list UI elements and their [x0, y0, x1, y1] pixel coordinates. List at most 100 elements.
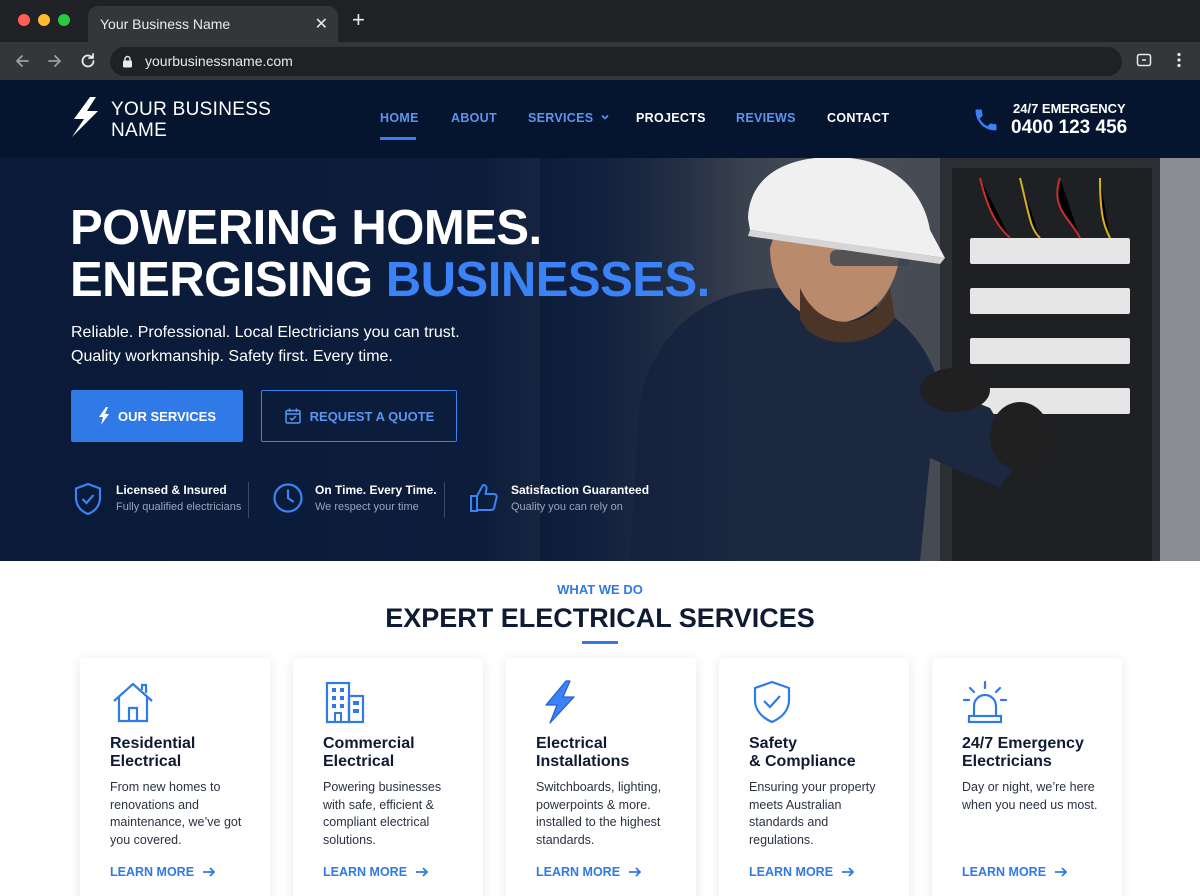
emergency-label: 24/7 EMERGENCY: [1013, 101, 1126, 116]
hero-section: POWERING HOMES. ENERGISING BUSINESSES. R…: [0, 158, 1200, 561]
house-icon: [113, 682, 153, 723]
shield-check-icon: [753, 680, 791, 724]
card-title-line1: Safety: [749, 735, 798, 752]
section-title-underline: [582, 641, 618, 644]
service-card-emergency[interactable]: 24/7 Emergency Electricians Day or night,…: [932, 658, 1122, 896]
card-title-line2: Electrical: [110, 753, 182, 770]
card-title: Commercial Electrical: [323, 735, 483, 771]
our-services-button[interactable]: OUR SERVICES: [71, 390, 243, 442]
card-title-line2: Electricians: [962, 753, 1052, 770]
service-card-commercial[interactable]: Commercial Electrical Powering businesses…: [293, 658, 483, 896]
lightning-bolt-icon: [545, 680, 575, 724]
feature-divider: [444, 482, 445, 518]
request-quote-label: REQUEST A QUOTE: [309, 408, 435, 424]
browser-toolbar: yourbusinessname.com: [0, 42, 1200, 80]
kebab-menu-icon[interactable]: [1170, 51, 1188, 69]
feature-subtitle: We respect your time: [315, 501, 419, 513]
nav-home[interactable]: HOME: [380, 111, 419, 125]
site-header: YOUR BUSINESS NAME HOME ABOUT SERVICES P…: [0, 80, 1200, 158]
hero-subtext: Reliable. Professional. Local Electricia…: [71, 321, 460, 369]
hero-subtext-line2: Quality workmanship. Safety first. Every…: [71, 348, 393, 365]
url-text: yourbusinessname.com: [145, 53, 293, 69]
maximize-window-button[interactable]: [58, 14, 70, 26]
tab-close-icon[interactable]: ✕: [315, 14, 328, 34]
service-card-safety[interactable]: Safety & Compliance Ensuring your propert…: [719, 658, 909, 896]
card-description: Switchboards, lighting, powerpoints & mo…: [536, 780, 662, 847]
calendar-check-icon: [284, 408, 301, 424]
extensions-icon[interactable]: [1135, 51, 1153, 69]
card-title-line1: 24/7 Emergency: [962, 735, 1084, 752]
minimize-window-button[interactable]: [38, 14, 50, 26]
arrow-right-icon: [842, 867, 855, 877]
hero-headline-line2: ENERGISING: [70, 253, 386, 307]
feature-subtitle: Fully qualified electricians: [116, 501, 242, 513]
section-eyebrow: WHAT WE DO: [557, 582, 643, 597]
nav-reviews[interactable]: REVIEWS: [736, 111, 796, 125]
arrow-right-icon: [416, 867, 429, 877]
learn-more-link[interactable]: LEARN MORE: [962, 865, 1068, 879]
service-card-residential[interactable]: Residential Electrical From new homes to …: [80, 658, 270, 896]
learn-more-link[interactable]: LEARN MORE: [110, 865, 216, 879]
learn-more-link[interactable]: LEARN MORE: [749, 865, 855, 879]
shield-check-icon: [74, 482, 102, 516]
close-window-button[interactable]: [18, 14, 30, 26]
arrow-right-icon: [203, 867, 216, 877]
chevron-down-icon: [601, 114, 609, 120]
nav-about[interactable]: ABOUT: [451, 111, 497, 125]
tab-title: Your Business Name: [100, 16, 231, 32]
clock-icon: [273, 483, 303, 513]
card-title-line2: Electrical: [323, 753, 395, 770]
browser-tab[interactable]: Your Business Name ✕: [88, 6, 338, 42]
arrow-right-icon: [1055, 867, 1068, 877]
learn-more-label: LEARN MORE: [110, 865, 195, 879]
building-icon: [325, 681, 365, 724]
browser-tab-strip: Your Business Name ✕ +: [0, 0, 1200, 42]
service-card-installations[interactable]: Electrical Installations Switchboards, li…: [506, 658, 696, 896]
card-title-line1: Commercial: [323, 735, 415, 752]
section-title: EXPERT ELECTRICAL SERVICES: [385, 603, 815, 633]
nav-projects[interactable]: PROJECTS: [636, 111, 706, 125]
card-title: 24/7 Emergency Electricians: [962, 735, 1122, 771]
reload-icon[interactable]: [78, 51, 98, 71]
card-description: From new homes to renovations and mainte…: [110, 780, 242, 847]
card-description: Ensuring your property meets Australian …: [749, 780, 876, 847]
card-title-line2: Installations: [536, 753, 630, 770]
card-description: Powering businesses with safe, efficient…: [323, 780, 442, 847]
learn-more-label: LEARN MORE: [536, 865, 621, 879]
phone-icon[interactable]: [972, 106, 1000, 134]
learn-more-link[interactable]: LEARN MORE: [323, 865, 429, 879]
hero-headline-accent: BUSINESSES.: [385, 253, 710, 307]
feature-title: Licensed & Insured: [116, 483, 227, 497]
arrow-right-icon: [629, 867, 642, 877]
address-bar[interactable]: yourbusinessname.com: [110, 47, 1122, 76]
emergency-phone[interactable]: 0400 123 456: [1011, 117, 1127, 139]
lightning-bolt-icon: [98, 407, 109, 425]
card-description: Day or night, we’re here when you need u…: [962, 780, 1098, 812]
our-services-label: OUR SERVICES: [117, 408, 216, 424]
feature-divider: [248, 482, 249, 518]
learn-more-label: LEARN MORE: [749, 865, 834, 879]
hero-headline-line1: POWERING HOMES.: [70, 201, 542, 255]
feature-title: On Time. Every Time.: [315, 483, 437, 497]
request-quote-button[interactable]: REQUEST A QUOTE: [261, 390, 457, 442]
nav-contact[interactable]: CONTACT: [827, 111, 889, 125]
alarm-light-icon: [962, 680, 1008, 724]
logo-text[interactable]: YOUR BUSINESS NAME: [111, 99, 291, 141]
nav-services[interactable]: SERVICES: [528, 111, 610, 125]
logo-bolt-icon[interactable]: [70, 97, 100, 137]
lock-icon: [123, 55, 132, 68]
card-title-line1: Electrical: [536, 735, 608, 752]
card-title: Safety & Compliance: [749, 735, 909, 771]
feature-subtitle: Quality you can rely on: [511, 501, 623, 513]
new-tab-button[interactable]: +: [352, 9, 365, 31]
back-arrow-icon[interactable]: [12, 51, 32, 71]
hero-subtext-line1: Reliable. Professional. Local Electricia…: [71, 324, 460, 341]
learn-more-link[interactable]: LEARN MORE: [536, 865, 642, 879]
card-title-line2: & Compliance: [749, 753, 856, 770]
nav-services-label: SERVICES: [528, 111, 594, 125]
forward-arrow-icon[interactable]: [45, 51, 65, 71]
learn-more-label: LEARN MORE: [323, 865, 408, 879]
thumbs-up-icon: [470, 484, 498, 512]
nav-active-indicator: [380, 137, 416, 140]
card-title: Residential Electrical: [110, 735, 270, 771]
